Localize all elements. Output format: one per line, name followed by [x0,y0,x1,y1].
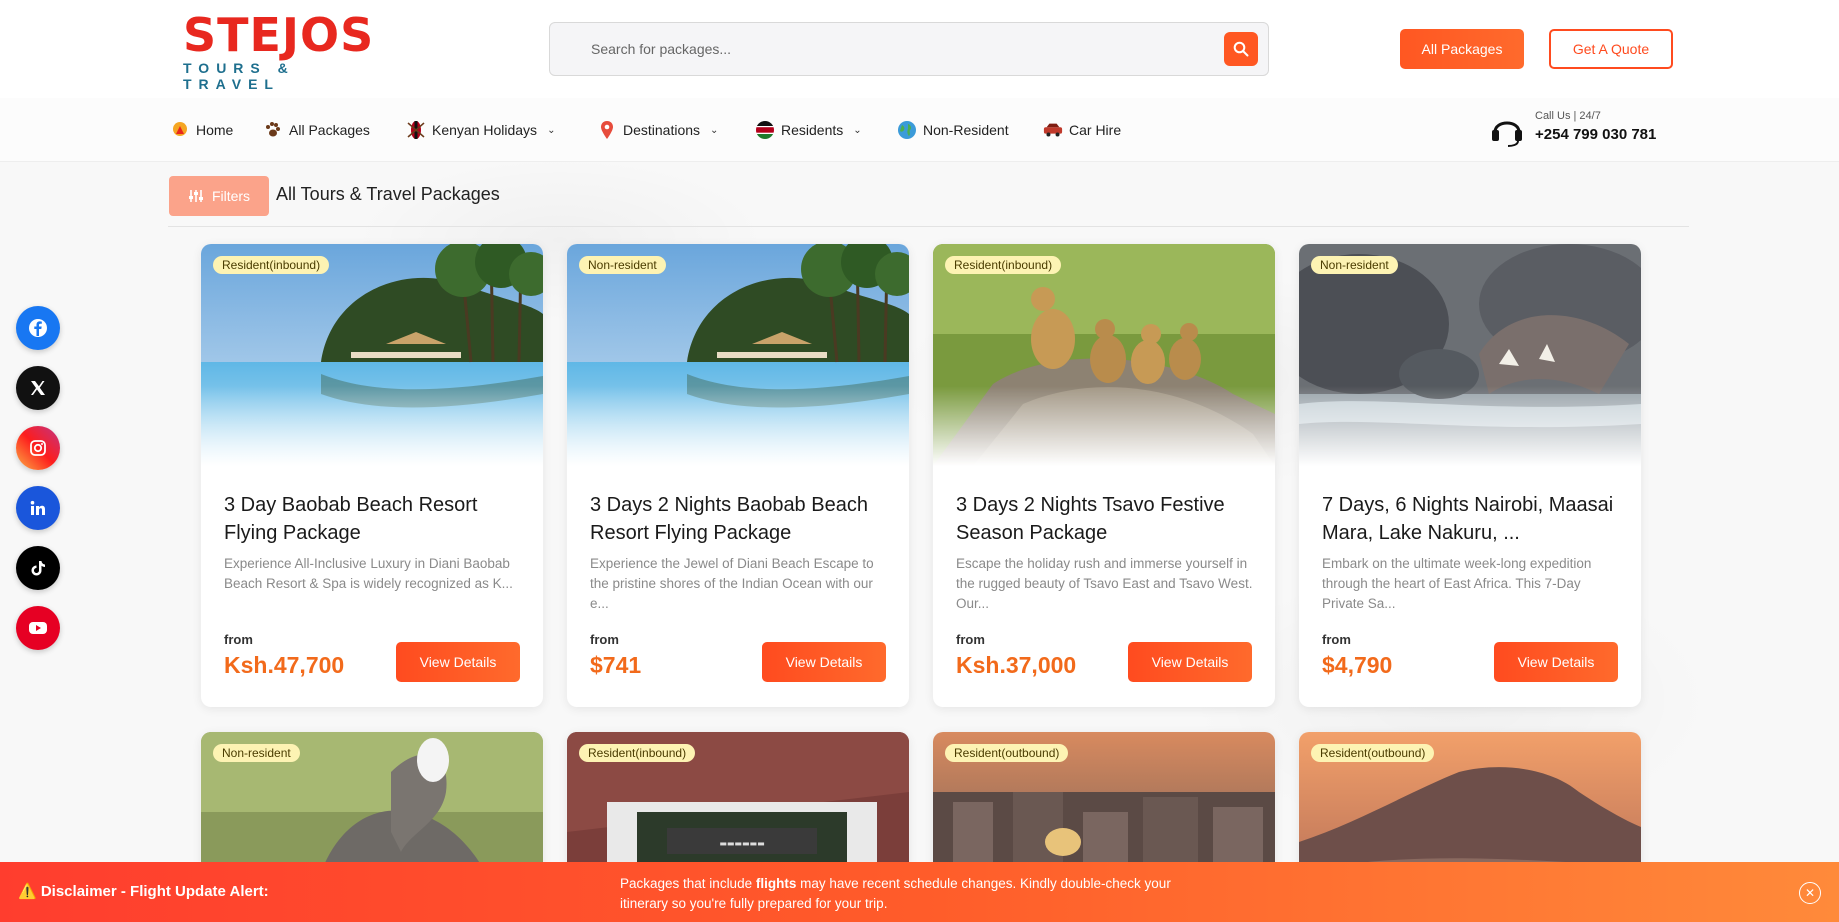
search-bar [549,22,1269,76]
paw-icon [266,122,280,137]
search-icon [1233,41,1249,57]
close-icon[interactable]: ✕ [1799,882,1821,904]
site-logo[interactable]: STEJOS TOURS & TRAVEL [183,8,393,92]
package-title[interactable]: 3 Days 2 Nights Baobab Beach Resort Flyi… [590,491,890,547]
package-description: Escape the holiday rush and immerse your… [956,556,1253,611]
nav-item-label: Kenyan Holidays [432,122,538,138]
kenya-shield-icon [407,121,425,139]
nav-item-car-hire[interactable]: Car Hire [1043,118,1121,142]
instagram-icon[interactable] [16,426,60,470]
disclaimer-banner: ⚠️ Disclaimer - Flight Update Alert: Pac… [0,862,1839,922]
view-details-button[interactable]: View Details [1128,642,1252,682]
package-title[interactable]: 3 Day Baobab Beach Resort Flying Package [224,491,524,547]
package-badge: Resident(outbound) [1311,744,1435,762]
package-badge: Resident(inbound) [579,744,696,762]
search-button[interactable] [1224,32,1258,66]
package-description: Embark on the ultimate week-long expedit… [1322,556,1592,611]
all-packages-button[interactable]: All Packages [1400,29,1524,69]
package-badge: Non-resident [579,256,666,274]
nav-item-label: All Packages [289,122,370,138]
price-from-label: from [590,632,619,647]
kenya-flag-globe-icon [756,121,774,139]
logo-wordmark: STEJOS [183,8,375,62]
chevron-down-icon: ⌄ [853,124,862,136]
nav-item-all-packages[interactable]: All Packages [263,118,370,142]
call-us-label: Call Us | 24/7 [1535,110,1601,122]
nav-item-label: Home [196,122,234,138]
main-nav: Home All Packages Kenyan Holidays ⌄ Dest… [0,98,1839,162]
package-title[interactable]: 3 Days 2 Nights Tsavo Festive Season Pac… [956,491,1256,547]
nav-item-non-resident[interactable]: Non-Resident [897,118,1009,142]
disclaimer-text-bold: flights [755,876,797,891]
phone-number[interactable]: +254 799 030 781 [1535,126,1656,143]
package-image-beach-resort [201,244,543,466]
package-card[interactable]: Resident(inbound) 3 Day Baobab Beach Res… [201,244,543,707]
x-icon[interactable] [16,366,60,410]
chevron-down-icon: ⌄ [547,124,556,136]
package-description: Experience the Jewel of Diani Beach Esca… [590,556,874,611]
package-badge: Non-resident [213,744,300,762]
price-from-label: from [956,632,985,647]
filters-label: Filters [211,188,251,204]
package-image-cheetahs [933,244,1275,466]
social-links [16,306,62,666]
tiktok-icon[interactable] [16,546,60,590]
linkedin-icon[interactable] [16,486,60,530]
filter-bar: Filters All Tours & Travel Packages [168,174,1689,227]
nav-item-label: Non-Resident [923,122,1009,138]
view-details-button[interactable]: View Details [1494,642,1618,682]
location-pin-icon [601,121,613,139]
package-badge: Resident(inbound) [213,256,330,274]
sliders-icon [188,190,203,202]
globe-icon [898,121,916,139]
svg-text:▬▬▬▬▬▬: ▬▬▬▬▬▬ [719,839,764,848]
package-price: Ksh.47,700 [224,652,345,678]
call-us-block[interactable]: Call Us | 24/7 +254 799 030 781 [1490,110,1680,150]
package-title[interactable]: 7 Days, 6 Nights Nairobi, Maasai Mara, L… [1322,491,1622,547]
package-card[interactable]: Non-resident 7 Days, 6 Nights Nairobi, M… [1299,244,1641,707]
disclaimer-text: Packages that include flights may have r… [620,874,1220,914]
chevron-down-icon: ⌄ [710,124,719,136]
package-price: Ksh.37,000 [956,652,1077,678]
package-price: $741 [590,652,642,678]
search-input[interactable] [551,24,1211,74]
page-title: All Tours & Travel Packages [276,184,500,204]
nav-item-residents[interactable]: Residents ⌄ [755,118,862,142]
nav-item-home[interactable]: Home [170,118,233,142]
disclaimer-title: ⚠️ Disclaimer - Flight Update Alert: [18,883,269,900]
package-description: Experience All-Inclusive Luxury in Diani… [224,556,513,591]
disclaimer-text-part: Packages that include [620,876,756,891]
car-icon [1043,123,1063,137]
logo-tagline: TOURS & TRAVEL [183,60,295,92]
nav-item-label: Car Hire [1069,122,1122,138]
view-details-button[interactable]: View Details [396,642,520,682]
nav-item-label: Destinations [623,122,701,138]
nav-item-kenyan-holidays[interactable]: Kenyan Holidays ⌄ [406,118,555,142]
package-price: $4,790 [1322,652,1393,678]
package-image-beach-resort [567,244,909,466]
headset-icon [1492,121,1522,147]
view-details-button[interactable]: View Details [762,642,886,682]
facebook-icon[interactable] [16,306,60,350]
price-from-label: from [224,632,253,647]
package-badge: Resident(outbound) [945,744,1069,762]
package-card[interactable]: Non-resident 3 Days 2 Nights Baobab Beac… [567,244,909,707]
youtube-icon[interactable] [16,606,60,650]
package-badge: Resident(inbound) [945,256,1062,274]
site-header: STEJOS TOURS & TRAVEL All Packages Get A… [0,0,1839,98]
price-from-label: from [1322,632,1351,647]
package-card[interactable]: Resident(inbound) 3 Days 2 Nights Tsavo … [933,244,1275,707]
home-logo-icon [173,122,187,136]
package-badge: Non-resident [1311,256,1398,274]
filters-button[interactable]: Filters [169,176,269,216]
nav-item-destinations[interactable]: Destinations ⌄ [597,118,718,142]
nav-item-label: Residents [781,122,844,138]
package-image-hippos [1299,244,1641,466]
get-quote-button[interactable]: Get A Quote [1549,29,1673,69]
